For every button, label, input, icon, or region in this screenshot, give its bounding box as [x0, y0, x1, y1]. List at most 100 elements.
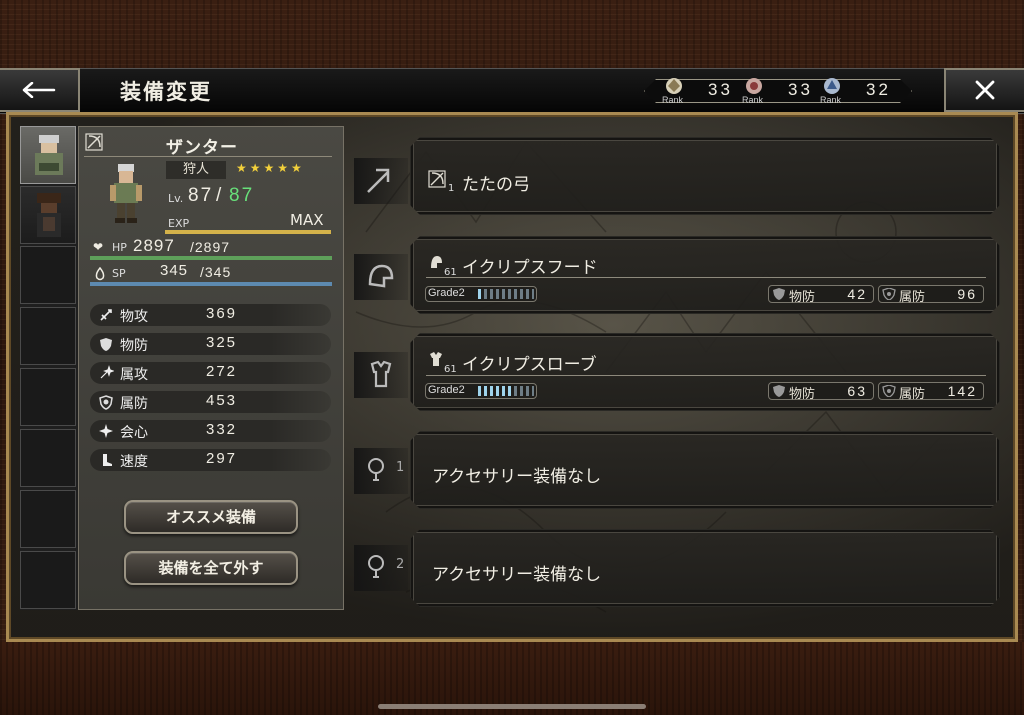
job-name: 狩人: [166, 161, 226, 179]
empty-party-slot[interactable]: [20, 368, 76, 426]
body-slot-icon: [354, 352, 408, 398]
stat-row-physical-attack: 物攻 369: [90, 304, 331, 326]
grade-label: Grade2: [428, 384, 465, 396]
divider: [426, 277, 986, 278]
party-member-tab[interactable]: [20, 126, 76, 184]
hood-icon: [431, 256, 442, 268]
empty-party-slot[interactable]: [20, 429, 76, 487]
stat-value: 297: [206, 450, 238, 467]
stat-label: 物防: [789, 290, 816, 305]
accessory-slot-number: 2: [396, 557, 405, 572]
helmet-slot-icon: [368, 264, 394, 288]
stat-label: 物防: [789, 387, 816, 402]
divider: [426, 375, 986, 376]
hp-bar: [90, 256, 332, 260]
hp-current: 2897: [133, 236, 175, 255]
empty-party-slot[interactable]: [20, 490, 76, 548]
stat-row-speed: 速度 297: [90, 449, 331, 471]
accessory-empty-text: アクセサリー装備なし: [432, 467, 602, 487]
stat-row-physical-defense: 物防 325: [90, 333, 331, 355]
bow-class-icon: [85, 133, 103, 151]
weapon-name: たたの弓: [462, 175, 530, 195]
elemental-defense-icon: [882, 385, 896, 397]
divider: [84, 156, 332, 157]
back-arrow-icon: [22, 82, 56, 98]
character-sprite: [110, 164, 142, 223]
armor-slot-icon: [370, 360, 392, 388]
stat-label: 物防: [120, 338, 148, 354]
page-title: 装備変更: [120, 80, 212, 104]
grade-fill: [478, 386, 512, 396]
stat-label: 属防: [899, 387, 926, 402]
level-max: 87: [229, 185, 255, 206]
critical-icon: [99, 424, 113, 438]
head-equipment-name: イクリプスフード: [462, 258, 598, 278]
stat-label: 属攻: [120, 367, 148, 383]
accessory-slot-icon-2: 2: [354, 545, 408, 591]
level-separator: /: [216, 185, 222, 206]
sp-max: /345: [200, 264, 232, 280]
sp-current: 345: [160, 262, 189, 279]
recommended-equipment-button[interactable]: オススメ装備: [124, 500, 298, 534]
stat-row-elemental-defense: 属防 453: [90, 391, 331, 413]
bow-icon: [428, 170, 446, 188]
stat-label: 速度: [120, 454, 148, 470]
empty-party-slot[interactable]: [20, 246, 76, 304]
head-slot-icon: [354, 254, 408, 300]
physical-defense-stat: 物防 42: [768, 285, 874, 305]
close-icon: [975, 80, 995, 100]
grade-pips: [478, 289, 534, 299]
grade-indicator: Grade2: [425, 383, 537, 399]
physical-defense-icon: [773, 288, 785, 300]
sp-label: SP: [112, 267, 126, 280]
empty-party-slot[interactable]: [20, 551, 76, 609]
hp-label: HP: [112, 241, 127, 254]
character-portrait-icon: [35, 135, 63, 175]
grade-fill: [478, 289, 484, 299]
physical-defense-icon: [100, 338, 112, 351]
body-level: 61: [444, 364, 457, 375]
rank-items: Rank 33 Rank 33 Rank 32: [644, 78, 912, 105]
stat-value: 369: [206, 305, 238, 322]
physical-defense-stat: 物防 63: [768, 382, 874, 402]
physical-defense-icon: [773, 385, 785, 397]
exp-label: EXP: [168, 217, 190, 230]
body-equipment-name: イクリプスローブ: [462, 355, 597, 375]
accessory-slot-icon-1: 1: [354, 448, 408, 494]
party-member-tab[interactable]: [20, 186, 76, 244]
stat-value: 96: [957, 286, 977, 302]
close-button[interactable]: [944, 68, 1024, 112]
stat-label: 属防: [899, 290, 926, 305]
rank-label: Rank: [662, 95, 684, 105]
rarity-stars: ★★★★★: [236, 161, 305, 175]
stat-row-critical: 会心 332: [90, 420, 331, 442]
sp-drop-icon: [95, 267, 105, 281]
stat-label: 会心: [120, 425, 148, 441]
elemental-defense-icon: [882, 288, 896, 300]
stat-value: 63: [847, 383, 867, 399]
rank-label: Rank: [820, 95, 842, 105]
physical-attack-icon: [100, 309, 112, 321]
elemental-attack-icon: [100, 365, 114, 379]
heart-icon: ❤: [93, 240, 104, 254]
grade-indicator: Grade2: [425, 286, 537, 302]
hp-max: /2897: [190, 239, 231, 255]
robe-icon: [430, 352, 442, 366]
stat-value: 42: [847, 286, 867, 302]
exp-bar: [165, 230, 331, 234]
stat-value: 142: [947, 383, 977, 399]
elemental-defense-stat: 属防 142: [878, 382, 984, 402]
stat-value: 453: [206, 392, 238, 409]
back-button[interactable]: [0, 68, 80, 112]
rank-item: Rank 33: [644, 73, 730, 107]
home-indicator: [378, 704, 646, 709]
bow-slot-icon: [367, 168, 390, 193]
rank-label: Rank: [742, 95, 764, 105]
character-portrait-icon: [37, 193, 61, 237]
accessory-empty-text: アクセサリー装備なし: [432, 565, 602, 585]
elemental-defense-icon: [99, 395, 113, 410]
unequip-all-button[interactable]: 装備を全て外す: [124, 551, 298, 585]
empty-party-slot[interactable]: [20, 307, 76, 365]
weapon-slot-icon: [354, 158, 408, 204]
stat-value: 272: [206, 363, 238, 380]
